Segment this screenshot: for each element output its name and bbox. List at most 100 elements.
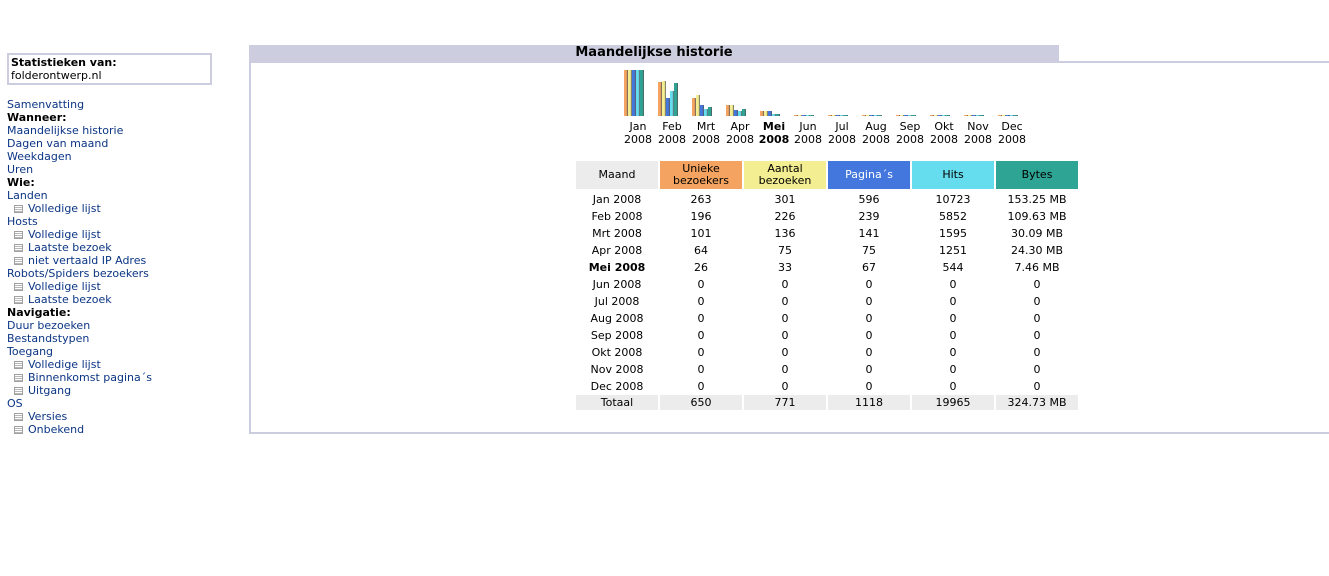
menu-link-volledige-lijst[interactable]: Volledige lijst [28, 202, 101, 215]
total-label: Totaal [576, 395, 658, 410]
cell-aantal: 136 [774, 227, 796, 240]
table-row: Nov 2008 0 0 0 0 0 [576, 361, 1078, 378]
menu-link-binnenkomst-pagina-s[interactable]: Binnenkomst pagina´s [28, 371, 152, 384]
chart-month-name: Nov [967, 120, 989, 133]
chart-month-name: Aug [865, 120, 887, 133]
total-bytes: 324.73 MB [996, 395, 1078, 410]
menu-link-uren[interactable]: Uren [7, 163, 33, 176]
cell-paginas: 0 [865, 380, 873, 393]
menu-link-samenvatting[interactable]: Samenvatting [7, 98, 84, 111]
cell-month: Dec 2008 [590, 380, 644, 393]
list-icon [14, 257, 23, 265]
table-row: Feb 2008 196 226 239 5852 109.63 MB [576, 208, 1078, 225]
cell-month: Apr 2008 [591, 244, 643, 257]
menu-link-os[interactable]: OS [7, 397, 23, 410]
cell-hits: 1595 [939, 227, 967, 240]
table-row: Apr 2008 64 75 75 1251 24.30 MB [576, 242, 1078, 259]
menu-link-robots-spiders-bezoekers[interactable]: Robots/Spiders bezoekers [7, 267, 149, 280]
chart-bar-mei-bytes [776, 114, 780, 116]
menu-item-hosts: Hosts [7, 215, 227, 228]
cell-hits: 5852 [939, 210, 967, 223]
cell-aantal: 0 [781, 329, 789, 342]
menu-item-uren: Uren [7, 163, 227, 176]
menu-link-hosts[interactable]: Hosts [7, 215, 38, 228]
cell-month: Sep 2008 [590, 329, 644, 342]
table-row: Dec 2008 0 0 0 0 0 [576, 378, 1078, 395]
cell-bytes: 24.30 MB [1010, 244, 1064, 257]
cell-paginas: 141 [858, 227, 880, 240]
chart-bar-apr-bytes [742, 109, 746, 116]
cell-unieke: 0 [697, 380, 705, 393]
cell-paginas: 0 [865, 346, 873, 359]
menu-link-laatste-bezoek[interactable]: Laatste bezoek [28, 293, 112, 306]
menu-link-niet-vertaald-ip-adres[interactable]: niet vertaald IP Adres [28, 254, 146, 267]
table-row: Jan 2008 263 301 596 10723 153.25 MB [576, 191, 1078, 208]
cell-hits: 0 [949, 278, 957, 291]
monthly-chart: Jan 2008 Feb 2008 Mrt 2008 Apr 2008 Mei 2008 Jun 20… [621, 66, 1041, 148]
submenu-item-volledige-lijst: Volledige lijst [7, 202, 227, 215]
cell-aantal: 0 [781, 380, 789, 393]
menu-link-duur-bezoeken[interactable]: Duur bezoeken [7, 319, 90, 332]
menu-header-wanneer: Wanneer: [7, 111, 67, 124]
cell-unieke: 0 [697, 363, 705, 376]
total-hits: 19965 [912, 395, 994, 410]
cell-month: Jan 2008 [592, 193, 642, 206]
chart-bar-mrt-bytes [708, 107, 712, 116]
chart-month-year: 2008 [794, 133, 822, 146]
chart-month-year: 2008 [828, 133, 856, 146]
menu-link-weekdagen[interactable]: Weekdagen [7, 150, 72, 163]
menu-link-volledige-lijst[interactable]: Volledige lijst [28, 280, 101, 293]
menu-link-bestandstypen[interactable]: Bestandstypen [7, 332, 89, 345]
chart-month-name: Jun [799, 120, 817, 133]
menu-item-os: OS [7, 397, 227, 410]
list-icon [14, 426, 23, 434]
list-icon [14, 374, 23, 382]
cell-aantal: 0 [781, 278, 789, 291]
menu-link-landen[interactable]: Landen [7, 189, 48, 202]
monthly-table: Maand Unieke bezoekers Aantal bezoeken Pagi… [574, 161, 1080, 410]
menu-link-versies[interactable]: Versies [28, 410, 67, 423]
table-row: Aug 2008 0 0 0 0 0 [576, 310, 1078, 327]
cell-month: Mei 2008 [588, 261, 646, 274]
chart-month-name: Dec [1001, 120, 1023, 133]
menu-link-toegang[interactable]: Toegang [7, 345, 53, 358]
cell-hits: 0 [949, 346, 957, 359]
chart-month-year: 2008 [658, 133, 686, 146]
cell-bytes: 0 [1033, 312, 1041, 325]
cell-unieke: 0 [697, 278, 705, 291]
cell-unieke: 196 [690, 210, 712, 223]
menu-link-onbekend[interactable]: Onbekend [28, 423, 84, 436]
chart-month-year: 2008 [862, 133, 890, 146]
cell-paginas: 75 [862, 244, 876, 257]
cell-unieke: 0 [697, 329, 705, 342]
cell-paginas: 0 [865, 329, 873, 342]
cell-hits: 0 [949, 363, 957, 376]
chart-bar-dec-bytes [1014, 115, 1018, 116]
chart-month-name: Jul [835, 120, 849, 133]
table-total-row: Totaal 650 771 1118 19965 324.73 MB [576, 395, 1078, 410]
cell-aantal: 33 [778, 261, 792, 274]
table-row: Mrt 2008 101 136 141 1595 30.09 MB [576, 225, 1078, 242]
cell-bytes: 7.46 MB [1014, 261, 1060, 274]
menu-link-volledige-lijst[interactable]: Volledige lijst [28, 358, 101, 371]
cell-hits: 544 [942, 261, 964, 274]
menu-link-volledige-lijst[interactable]: Volledige lijst [28, 228, 101, 241]
menu-link-laatste-bezoek[interactable]: Laatste bezoek [28, 241, 112, 254]
menu-link-maandelijkse-historie[interactable]: Maandelijkse historie [7, 124, 123, 137]
cell-hits: 10723 [935, 193, 971, 206]
cell-paginas: 0 [865, 278, 873, 291]
menu-link-uitgang[interactable]: Uitgang [28, 384, 71, 397]
total-unieke: 650 [660, 395, 742, 410]
menu-item-landen: Landen [7, 189, 227, 202]
sidebar-menu: Samenvatting Wanneer: Maandelijkse histori… [7, 98, 227, 436]
chart-month-label: Apr 2008 [723, 120, 757, 146]
cell-month: Nov 2008 [590, 363, 644, 376]
chart-month-name: Okt [934, 120, 954, 133]
list-icon [14, 205, 23, 213]
menu-link-dagen-van-maand[interactable]: Dagen van maand [7, 137, 108, 150]
table-row: Okt 2008 0 0 0 0 0 [576, 344, 1078, 361]
menu-header-wie: Wie: [7, 176, 35, 189]
submenu-item-volledige-lijst: Volledige lijst [7, 228, 227, 241]
menu-item-weekdagen: Weekdagen [7, 150, 227, 163]
chart-month-label: Jan 2008 [621, 120, 655, 146]
